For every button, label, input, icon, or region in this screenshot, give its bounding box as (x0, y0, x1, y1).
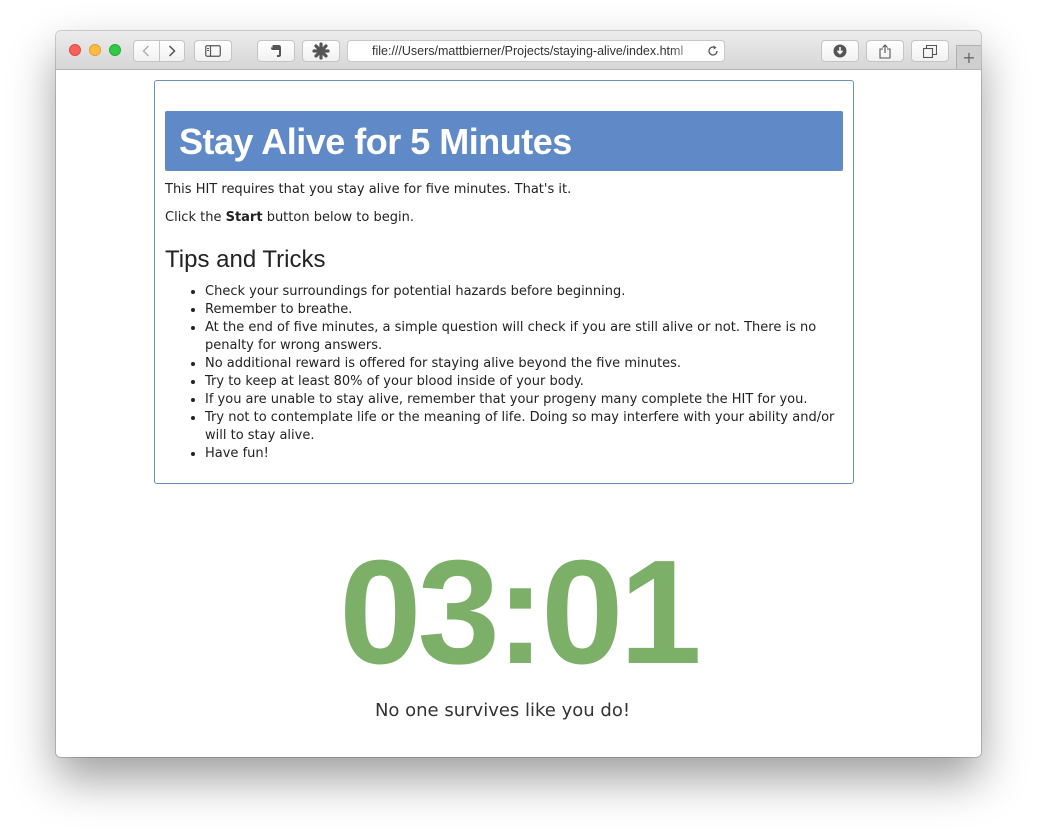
address-bar-url: file:///Users/mattbierner/Projects/stayi… (372, 44, 684, 58)
tips-heading: Tips and Tricks (165, 246, 326, 273)
chevron-left-icon (142, 45, 150, 57)
tip-item: If you are unable to stay alive, remembe… (205, 391, 845, 409)
sidebar-button[interactable] (194, 40, 232, 62)
intro-text: This HIT requires that you stay alive fo… (165, 182, 572, 197)
back-button[interactable] (134, 41, 159, 61)
history-navigation (133, 40, 185, 62)
page-title: Stay Alive for 5 Minutes (179, 121, 572, 162)
tabs-overview-icon (923, 44, 937, 58)
zoom-window-button[interactable] (109, 44, 121, 56)
tip-item: Try not to contemplate life or the meani… (205, 409, 845, 445)
close-window-button[interactable] (69, 44, 81, 56)
reload-icon (708, 45, 718, 56)
instruction-suffix: button below to begin. (262, 210, 414, 225)
browser-window: file:///Users/mattbierner/Projects/stayi… (56, 31, 981, 757)
forward-button[interactable] (158, 41, 185, 61)
tabs-overview-button[interactable] (911, 40, 949, 62)
instruction-prefix: Click the (165, 210, 226, 225)
minimize-window-button[interactable] (89, 44, 101, 56)
browser-toolbar: file:///Users/mattbierner/Projects/stayi… (56, 31, 981, 70)
survival-message: No one survives like you do! (374, 700, 631, 721)
reload-button[interactable] (702, 45, 724, 57)
evernote-icon (271, 45, 281, 57)
tip-item: No additional reward is offered for stay… (205, 355, 845, 373)
chevron-right-icon (168, 45, 176, 57)
tip-item: Try to keep at least 80% of your blood i… (205, 373, 845, 391)
page-content: Stay Alive for 5 Minutes This HIT requir… (56, 70, 981, 757)
countdown-timer: 03:01 (339, 530, 702, 695)
title-banner: Stay Alive for 5 Minutes (165, 111, 843, 171)
tips-list: Check your surroundings for potential ha… (165, 283, 845, 463)
extension-icon (312, 42, 330, 60)
start-keyword: Start (225, 210, 263, 225)
screenshot-stage: file:///Users/mattbierner/Projects/stayi… (0, 0, 1037, 837)
instruction-text: Click the Start button below to begin. (165, 210, 414, 225)
downloads-button[interactable] (821, 40, 859, 62)
share-button[interactable] (866, 40, 904, 62)
instructions-panel: Stay Alive for 5 Minutes This HIT requir… (154, 80, 854, 484)
extension-button[interactable] (302, 40, 340, 62)
tip-item: Remember to breathe. (205, 301, 845, 319)
share-icon (879, 43, 891, 59)
download-icon (833, 44, 847, 58)
new-tab-button[interactable]: + (956, 45, 981, 69)
tip-item: Have fun! (205, 445, 845, 463)
tip-item: Check your surroundings for potential ha… (205, 283, 845, 301)
tip-item: At the end of five minutes, a simple que… (205, 319, 845, 355)
evernote-extension-button[interactable] (257, 40, 295, 62)
sidebar-icon (205, 45, 221, 57)
address-bar[interactable]: file:///Users/mattbierner/Projects/stayi… (347, 40, 725, 62)
